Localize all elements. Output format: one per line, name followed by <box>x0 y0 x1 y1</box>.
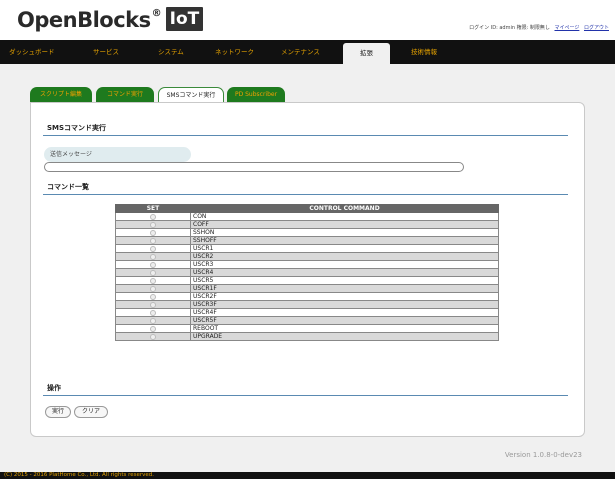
openblocks-logo: OpenBlocks ® IoT <box>17 7 204 33</box>
sms-command-panel: SMSコマンド実行 送信メッセージ コマンド一覧 SET CONTROL COM… <box>30 102 585 437</box>
command-name: CON <box>190 212 499 221</box>
command-radio[interactable] <box>150 269 156 276</box>
command-radio[interactable] <box>150 261 156 268</box>
section-divider <box>43 194 568 195</box>
section-divider <box>43 135 568 136</box>
command-name: COFF <box>190 220 499 229</box>
column-header-command: CONTROL COMMAND <box>190 204 499 213</box>
nav-maintenance[interactable]: メンテナンス <box>281 40 320 64</box>
command-radio[interactable] <box>150 229 156 236</box>
command-name: UPGRADE <box>190 332 499 341</box>
command-name: USCR5 <box>190 276 499 285</box>
logo-registered-mark: ® <box>151 8 162 19</box>
section-title-commands: コマンド一覧 <box>47 183 89 191</box>
nav-extension[interactable]: 拡張 <box>343 43 390 64</box>
section-title-operations: 操作 <box>47 384 61 392</box>
table-row: SSHON <box>115 228 499 237</box>
command-radio[interactable] <box>150 309 156 316</box>
tab-script-edit[interactable]: スクリプト編集 <box>30 87 92 102</box>
nav-tech-info[interactable]: 技術情報 <box>411 40 437 64</box>
execute-button[interactable]: 実行 <box>45 406 71 418</box>
mypage-link[interactable]: マイページ <box>554 25 579 31</box>
nav-dashboard[interactable]: ダッシュボード <box>9 40 55 64</box>
column-header-set: SET <box>115 204 191 213</box>
command-name: USCR4F <box>190 308 499 317</box>
logo-iot-badge: IoT <box>165 7 204 31</box>
table-row: SSHOFF <box>115 236 499 245</box>
table-row: USCR1F <box>115 284 499 293</box>
table-row: USCR5 <box>115 276 499 285</box>
main-nav: ダッシュボード サービス システム ネットワーク メンテナンス 拡張 技術情報 <box>0 40 615 64</box>
table-row: REBOOT <box>115 324 499 333</box>
logo-text: OpenBlocks <box>17 8 151 32</box>
logout-link[interactable]: ログアウト <box>584 25 609 31</box>
command-radio[interactable] <box>150 253 156 260</box>
nav-services[interactable]: サービス <box>93 40 119 64</box>
tab-pd-subscriber[interactable]: PD Subscriber <box>227 87 285 102</box>
command-radio[interactable] <box>150 317 156 324</box>
table-row: USCR3 <box>115 260 499 269</box>
command-radio[interactable] <box>150 277 156 284</box>
table-row: USCR3F <box>115 300 499 309</box>
nav-network[interactable]: ネットワーク <box>215 40 254 64</box>
command-radio[interactable] <box>150 285 156 292</box>
command-name: SSHON <box>190 228 499 237</box>
command-name: REBOOT <box>190 324 499 333</box>
command-radio[interactable] <box>150 221 156 228</box>
table-row: USCR4 <box>115 268 499 277</box>
command-name: USCR2F <box>190 292 499 301</box>
command-name: USCR5F <box>190 316 499 325</box>
section-title-sms: SMSコマンド実行 <box>47 124 107 132</box>
table-row: USCR2F <box>115 292 499 301</box>
command-table: SET CONTROL COMMAND CON COFF SSHON SSHOF… <box>115 204 499 341</box>
section-divider <box>43 395 568 396</box>
message-input[interactable] <box>44 162 464 172</box>
command-radio[interactable] <box>150 293 156 300</box>
command-radio[interactable] <box>150 213 156 220</box>
clear-button[interactable]: クリア <box>74 406 108 418</box>
table-row: USCR4F <box>115 308 499 317</box>
tab-sms-command-exec[interactable]: SMSコマンド実行 <box>158 87 224 102</box>
command-name: USCR2 <box>190 252 499 261</box>
command-name: SSHOFF <box>190 236 499 245</box>
table-row: COFF <box>115 220 499 229</box>
command-name: USCR1 <box>190 244 499 253</box>
command-radio[interactable] <box>150 325 156 332</box>
table-row: UPGRADE <box>115 332 499 341</box>
command-radio[interactable] <box>150 333 156 340</box>
command-radio[interactable] <box>150 237 156 244</box>
command-name: USCR1F <box>190 284 499 293</box>
command-radio[interactable] <box>150 245 156 252</box>
command-radio[interactable] <box>150 301 156 308</box>
footer: (C) 2015 - 2016 PlatHome Co., Ltd. All r… <box>0 472 615 479</box>
table-row: USCR5F <box>115 316 499 325</box>
command-name: USCR3F <box>190 300 499 309</box>
command-name: USCR4 <box>190 268 499 277</box>
table-row: USCR1 <box>115 244 499 253</box>
login-info: ログイン ID: admin 権限: 制限無し マイページ ログアウト <box>469 24 609 31</box>
tab-command-exec[interactable]: コマンド実行 <box>96 87 154 102</box>
copyright-text: (C) 2015 - 2016 PlatHome Co., Ltd. All r… <box>4 472 155 478</box>
version-text: Version 1.0.8-0-dev23 <box>504 451 582 459</box>
table-row: CON <box>115 212 499 221</box>
message-field-label: 送信メッセージ <box>44 147 191 162</box>
table-row: USCR2 <box>115 252 499 261</box>
login-status: ログイン ID: admin 権限: 制限無し <box>469 25 550 31</box>
command-name: USCR3 <box>190 260 499 269</box>
nav-system[interactable]: システム <box>158 40 184 64</box>
